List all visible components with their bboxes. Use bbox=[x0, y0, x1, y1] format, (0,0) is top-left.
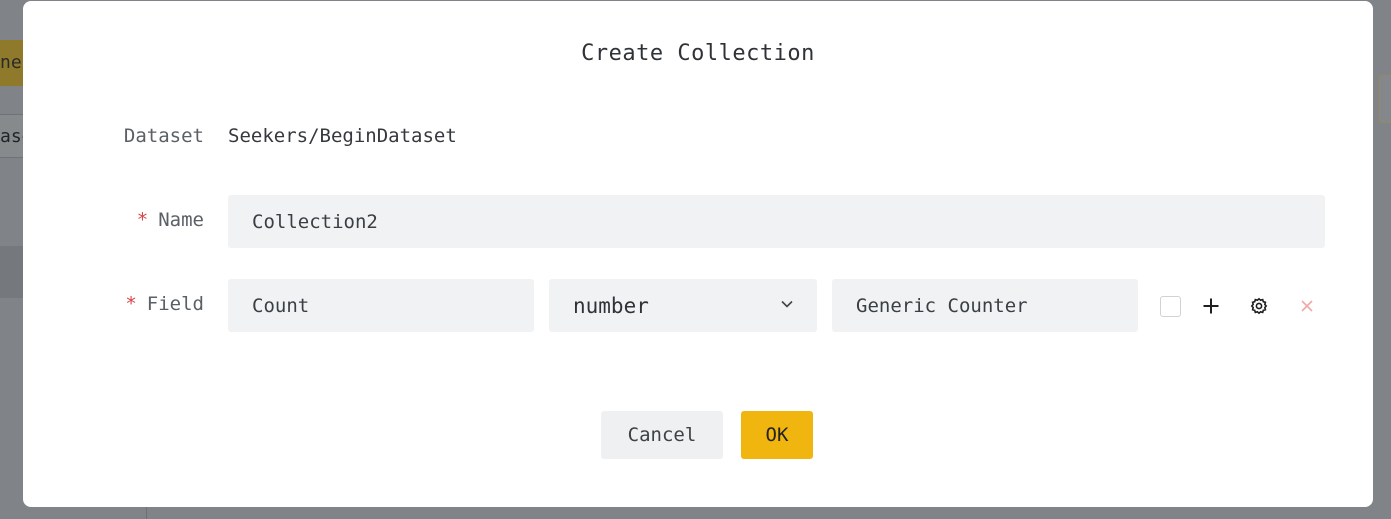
add-field-button[interactable] bbox=[1200, 295, 1222, 317]
field-label-text: Field bbox=[146, 293, 204, 315]
field-description-value: Generic Counter bbox=[856, 294, 1028, 317]
required-mark: * bbox=[125, 293, 137, 315]
field-name-input[interactable]: Count bbox=[228, 279, 534, 332]
plus-icon bbox=[1203, 298, 1219, 314]
field-checkbox[interactable] bbox=[1160, 296, 1181, 317]
dataset-value: Seekers/BeginDataset bbox=[228, 125, 457, 147]
required-mark: * bbox=[136, 209, 149, 231]
cancel-button[interactable]: Cancel bbox=[601, 411, 723, 459]
background-divider bbox=[146, 505, 147, 519]
gear-icon bbox=[1250, 297, 1268, 315]
chevron-down-icon bbox=[781, 300, 793, 308]
field-description-input[interactable]: Generic Counter bbox=[832, 279, 1138, 332]
background-control bbox=[1378, 74, 1391, 124]
dialog-title: Create Collection bbox=[581, 41, 815, 66]
field-name-value: Count bbox=[252, 294, 310, 317]
name-label: * Name bbox=[23, 209, 204, 231]
field-type-select[interactable]: number bbox=[549, 279, 817, 332]
name-input[interactable]: Collection2 bbox=[228, 195, 1325, 248]
ok-button[interactable]: OK bbox=[741, 411, 813, 459]
close-icon bbox=[1301, 300, 1313, 312]
name-label-text: Name bbox=[158, 209, 204, 231]
field-label: * Field bbox=[23, 293, 204, 315]
field-type-value: number bbox=[573, 293, 649, 318]
field-settings-button[interactable] bbox=[1248, 295, 1270, 317]
dataset-label: Dataset bbox=[123, 125, 204, 147]
create-collection-dialog: Create Collection Dataset Seekers/BeginD… bbox=[23, 1, 1373, 507]
remove-field-button[interactable] bbox=[1296, 295, 1318, 317]
name-input-value: Collection2 bbox=[252, 210, 378, 233]
